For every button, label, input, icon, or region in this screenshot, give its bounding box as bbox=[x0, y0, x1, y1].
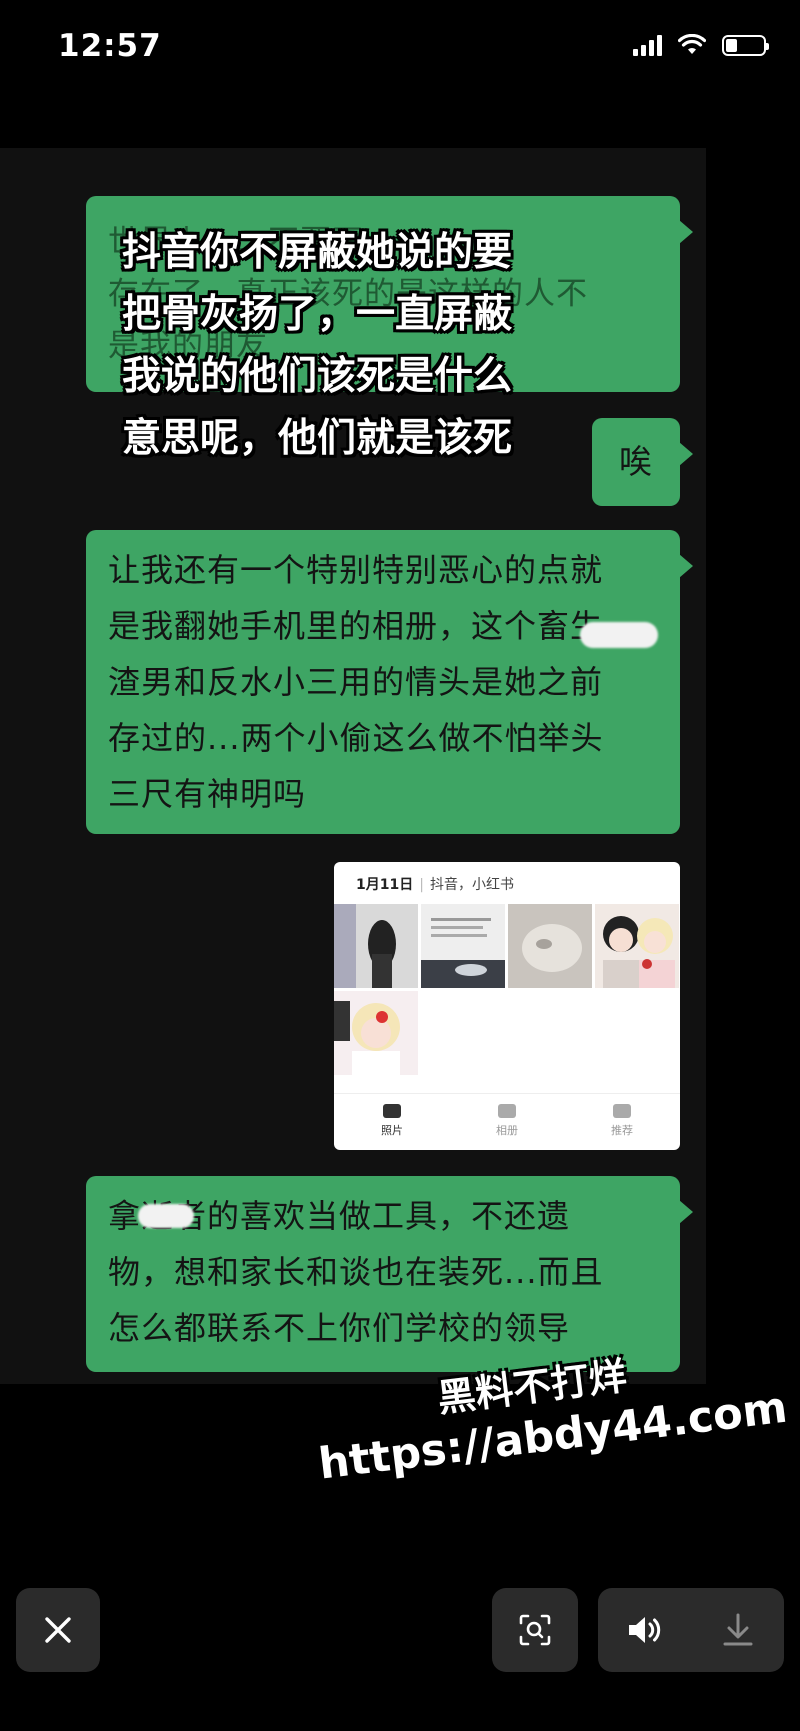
volume-button[interactable] bbox=[621, 1606, 669, 1654]
censor-mark bbox=[138, 1204, 194, 1228]
album-tab-albums: 相册 bbox=[477, 1104, 537, 1138]
chat-bubble-2: 唉 bbox=[592, 418, 693, 506]
wifi-icon bbox=[678, 34, 706, 54]
status-bar: 12:57 bbox=[0, 0, 800, 96]
volume-icon bbox=[628, 1617, 660, 1643]
battery-icon bbox=[722, 34, 769, 56]
album-icon bbox=[498, 1104, 516, 1118]
signal-icon bbox=[633, 34, 662, 56]
album-sources: 抖音，小红书 bbox=[429, 877, 514, 893]
battery-level bbox=[726, 38, 737, 52]
media-controls bbox=[598, 1588, 784, 1672]
status-time: 12:57 bbox=[58, 28, 162, 64]
album-screenshot: 1月11日 | 抖音，小红书 照片 相册 推荐 bbox=[334, 862, 680, 1150]
status-icons bbox=[633, 34, 769, 56]
close-icon bbox=[45, 1617, 71, 1643]
video-caption: 抖音你不屏蔽她说的要 把骨灰扬了，一直屏蔽 我说的他们该死是什么 意思呢，他们就… bbox=[122, 230, 513, 461]
album-header: 1月11日 | 抖音，小红书 bbox=[356, 877, 514, 893]
album-thumb bbox=[334, 904, 418, 988]
download-icon bbox=[723, 1613, 752, 1646]
album-date: 1月11日 bbox=[356, 877, 414, 893]
album-thumb bbox=[334, 991, 418, 1075]
download-button[interactable] bbox=[714, 1606, 762, 1654]
scan-button[interactable] bbox=[492, 1588, 578, 1672]
album-tab-recommended: 推荐 bbox=[592, 1104, 652, 1138]
chat-bubble-3-text: 让我还有一个特别特别恶心的点就 是我翻她手机里的相册，这个畜生 渣男和反水小三用… bbox=[108, 551, 604, 813]
censor-mark bbox=[580, 622, 658, 648]
photo-icon bbox=[383, 1104, 401, 1118]
album-thumb bbox=[595, 904, 679, 988]
recommend-icon bbox=[613, 1104, 631, 1118]
album-tab-photos: 照片 bbox=[362, 1104, 422, 1138]
chat-bubble-3: 让我还有一个特别特别恶心的点就 是我翻她手机里的相册，这个畜生 渣男和反水小三用… bbox=[86, 530, 693, 834]
album-thumb bbox=[421, 904, 505, 988]
chat-bubble-2-text: 唉 bbox=[619, 442, 653, 481]
close-button[interactable] bbox=[16, 1588, 100, 1672]
scan-icon bbox=[519, 1614, 551, 1646]
album-thumb bbox=[508, 904, 592, 988]
album-tab-bar: 照片 相册 推荐 bbox=[334, 1093, 680, 1150]
